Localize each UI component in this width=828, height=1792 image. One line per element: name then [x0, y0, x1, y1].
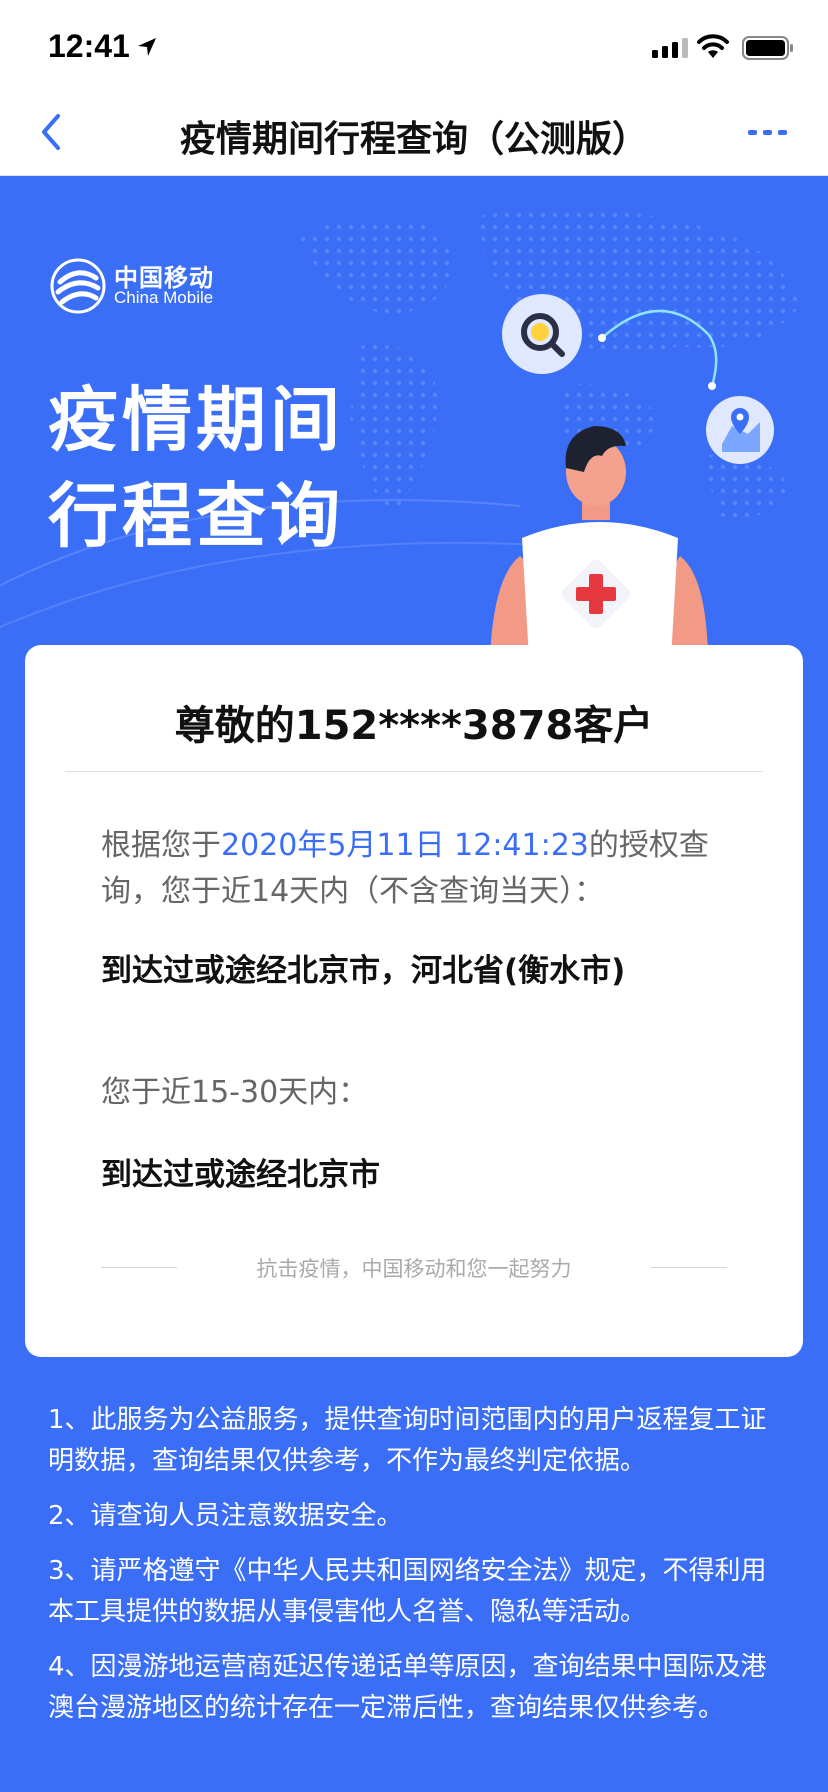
note-item: 2、请查询人员注意数据安全。: [48, 1501, 403, 1531]
china-mobile-brand: 中国移动 China Mobile: [50, 256, 250, 316]
back-chevron-icon[interactable]: [32, 108, 72, 156]
result-15-30-days: 到达过或途经北京市: [101, 1157, 380, 1193]
slogan-divider-right: [651, 1267, 727, 1268]
navigation-bar: 疫情期间行程查询（公测版）: [0, 88, 828, 176]
hero-banner: 中国移动 China Mobile 疫情期间 行程查询: [0, 176, 828, 676]
query-description: 根据您于2020年5月11日 12:41:23的授权查询，您于近14天内（不含查…: [101, 823, 741, 915]
slogan-text: 抗击疫情，中国移动和您一起努力: [256, 1257, 572, 1281]
status-bar: 12:41: [0, 0, 828, 88]
location-arrow-icon: [138, 38, 156, 56]
brand-name-en: China Mobile: [114, 288, 214, 307]
page-title: 疫情期间行程查询（公测版）: [179, 119, 648, 160]
battery-icon: [742, 36, 793, 60]
note-item: 3、请严格遵守《中华人民共和国网络安全法》规定，不得利用本工具提供的数据从事侵害…: [48, 1556, 767, 1627]
hero-title-line2: 行程查询: [48, 475, 344, 557]
doctor-illustration: [490, 294, 774, 676]
search-bubble-icon: [502, 294, 582, 374]
more-options-icon[interactable]: [748, 126, 788, 138]
card-divider: [65, 771, 763, 772]
customer-greeting: 尊敬的152****3878客户: [174, 703, 654, 749]
note-item: 4、因漫游地运营商延迟传递话单等原因，查询结果中国际及港澳台漫游地区的统计存在一…: [48, 1652, 767, 1723]
cellular-signal-icon: [652, 38, 688, 58]
doctor-figure: [490, 426, 708, 676]
map-pin-bubble-icon: [706, 396, 774, 464]
service-notes: 1、此服务为公益服务，提供查询时间范围内的用户返程复工证明数据，查询结果仅供参考…: [48, 1400, 788, 1743]
query-prefix: 根据您于: [101, 828, 221, 863]
china-mobile-logo-icon: [50, 258, 106, 314]
hero-title-line1: 疫情期间: [48, 379, 344, 461]
note-item: 1、此服务为公益服务，提供查询时间范围内的用户返程复工证明数据，查询结果仅供参考…: [48, 1405, 767, 1476]
result-14-days: 到达过或途经北京市，河北省(衡水市): [101, 953, 626, 989]
status-time: 12:41: [48, 28, 130, 64]
wifi-icon: [697, 34, 729, 58]
query-result-card: 尊敬的152****3878客户 根据您于2020年5月11日 12:41:23…: [25, 645, 803, 1357]
query-timestamp: 2020年5月11日 12:41:23: [221, 828, 589, 863]
period-15-30-days-label: 您于近15-30天内：: [101, 1075, 369, 1110]
hero-title: 疫情期间 行程查询: [48, 372, 344, 564]
